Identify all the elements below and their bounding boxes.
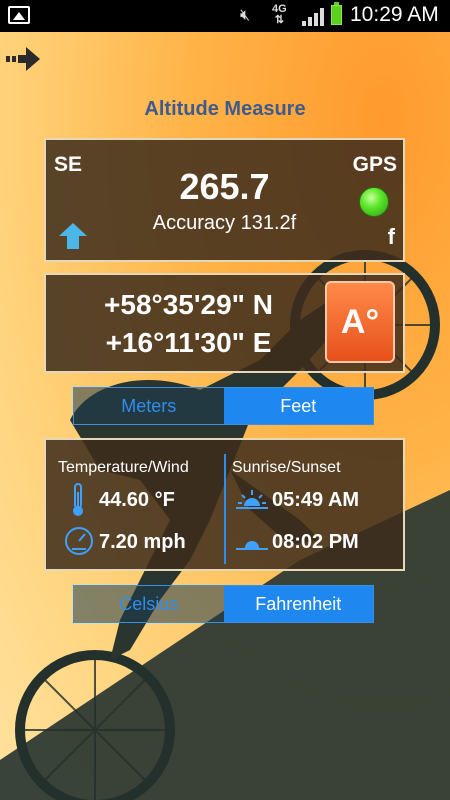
sunset-icon [236,541,268,550]
temperature-wind-heading: Temperature/Wind [58,459,189,476]
thermometer-icon [73,483,83,516]
wind-gauge-icon [65,527,93,555]
weather-panel: Temperature/Wind Sunrise/Sunset 44.60 °F… [44,438,405,571]
battery-icon [331,2,342,25]
wind-speed-value: 7.20 mph [99,531,186,553]
temperature-unit-toggle: Celsius Fahrenheit [73,585,374,623]
coordinate-format-button[interactable]: A° [325,281,395,363]
status-time: 10:29 AM [350,3,439,26]
gallery-notification-icon [8,6,30,24]
mute-icon: 🔇︎ [240,7,251,24]
unit-toggle: Meters Feet [73,387,374,425]
accuracy-text: Accuracy 131.2f [152,212,297,234]
signal-icon [302,8,324,26]
back-arrow-icon[interactable] [2,43,42,75]
altitude-panel: SE GPS 265.7 Accuracy 131.2f f [44,138,405,262]
altitude-value: 265.7 [179,166,270,207]
meters-option[interactable]: Meters [74,388,224,424]
column-divider [224,454,226,564]
sunrise-sunset-heading: Sunrise/Sunset [232,459,341,476]
direction-up-arrow-icon [59,223,87,249]
coordinates-panel: +58°35'29" N +16°11'30" E A° [44,273,405,373]
sunrise-icon [236,490,268,509]
feet-option[interactable]: Feet [223,388,373,424]
temperature-value: 44.60 °F [99,489,175,511]
page-title: Altitude Measure [144,98,306,120]
latitude-value: +58°35'29" N [104,289,273,320]
fahrenheit-option[interactable]: Fahrenheit [223,586,373,622]
celsius-option[interactable]: Celsius [74,586,224,622]
altitude-unit: f [387,224,395,249]
network-type: 4G ⇅ [272,3,287,26]
longitude-value: +16°11'30" E [105,327,272,358]
sunset-time: 08:02 PM [272,531,359,553]
sunrise-time: 05:49 AM [272,489,360,511]
status-bar: 🔇︎ 4G ⇅ 10:29 AM [0,0,450,32]
